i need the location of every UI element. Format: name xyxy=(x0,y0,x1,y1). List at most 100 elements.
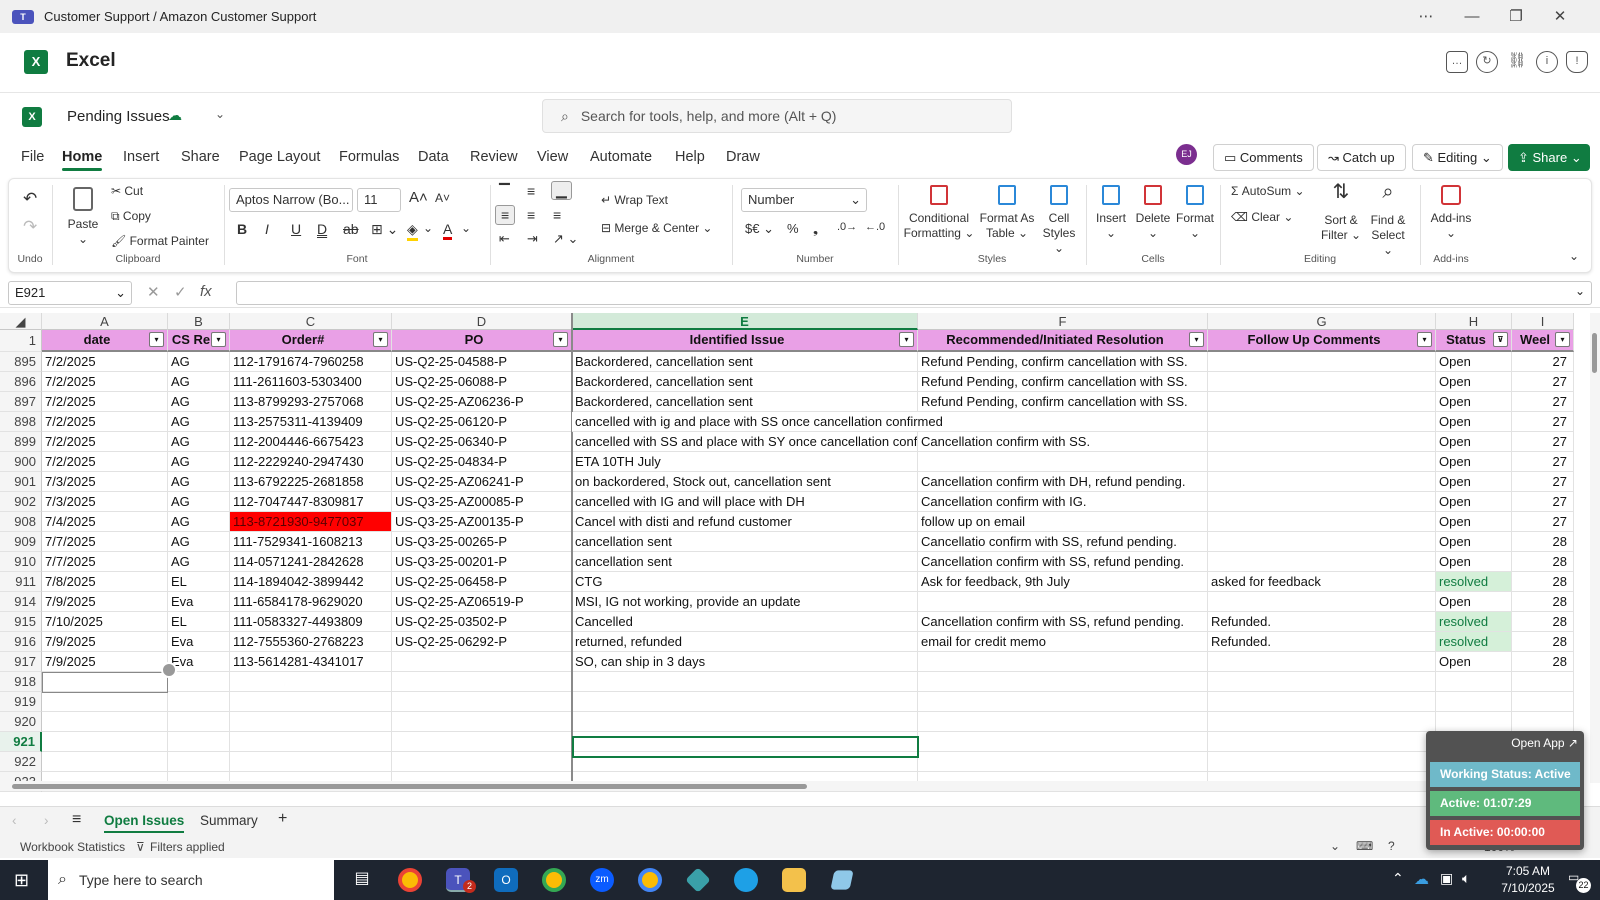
cell-a[interactable] xyxy=(42,712,168,732)
filter-dropdown-icon[interactable]: ▾ xyxy=(373,332,388,347)
cell-a[interactable] xyxy=(42,732,168,752)
edge-icon[interactable] xyxy=(734,868,758,892)
cell-f[interactable] xyxy=(918,712,1208,732)
double-underline-icon[interactable]: D xyxy=(317,221,327,237)
cell-g[interactable] xyxy=(1208,392,1436,412)
row-header[interactable]: 895 xyxy=(0,352,42,372)
sheet-tab-open-issues[interactable]: Open Issues xyxy=(104,813,185,833)
tab-review[interactable]: Review xyxy=(470,149,518,165)
cell-c[interactable] xyxy=(230,752,392,772)
function-icon[interactable]: fx xyxy=(200,283,212,300)
table-header-c[interactable]: Order# ▾ xyxy=(230,330,392,352)
cell-g[interactable] xyxy=(1208,412,1436,432)
cell-a[interactable]: 7/2/2025 xyxy=(42,432,168,452)
cell-i[interactable]: 27 xyxy=(1512,492,1574,512)
row-header[interactable]: 897 xyxy=(0,392,42,412)
cell-f[interactable] xyxy=(918,732,1208,752)
user-avatar[interactable]: EJ xyxy=(1176,144,1197,165)
cell-h[interactable] xyxy=(1436,672,1512,692)
row-header[interactable]: 922 xyxy=(0,752,42,772)
cell-a[interactable] xyxy=(42,692,168,712)
cell-g[interactable] xyxy=(1208,672,1436,692)
cell-g[interactable] xyxy=(1208,452,1436,472)
cell-styles-button[interactable]: Cell Styles ⌄ xyxy=(1037,185,1081,256)
cell-h[interactable] xyxy=(1436,712,1512,732)
cell-h[interactable]: resolved xyxy=(1436,612,1512,632)
chevron-down-icon[interactable]: ⌄ xyxy=(423,221,433,235)
cell-g[interactable] xyxy=(1208,432,1436,452)
taskbar-date[interactable]: 7/10/2025 xyxy=(1488,881,1568,895)
chevron-down-icon[interactable]: ⌄ xyxy=(1330,839,1340,853)
more-options-icon[interactable]: ⋯ xyxy=(1404,0,1448,33)
cell-g[interactable] xyxy=(1208,552,1436,572)
cell-e[interactable] xyxy=(572,712,918,732)
cell-g[interactable] xyxy=(1208,512,1436,532)
row-header[interactable]: 917 xyxy=(0,652,42,672)
search-box[interactable]: ⌕ Search for tools, help, and more (Alt … xyxy=(542,99,1012,133)
cell-d[interactable]: US-Q2-25-04834-P xyxy=(392,452,572,472)
cell-d[interactable]: US-Q2-25-06292-P xyxy=(392,632,572,652)
row-header[interactable]: 899 xyxy=(0,432,42,452)
zoom-icon[interactable]: zm xyxy=(590,868,614,892)
cell-a[interactable]: 7/9/2025 xyxy=(42,652,168,672)
sort-filter-button[interactable]: ⇅ Sort & Filter ⌄ xyxy=(1319,182,1363,243)
cell-h[interactable]: Open xyxy=(1436,352,1512,372)
cell-a[interactable]: 7/2/2025 xyxy=(42,412,168,432)
insert-cells-button[interactable]: Insert ⌄ xyxy=(1091,185,1131,241)
cell-h[interactable]: Open xyxy=(1436,592,1512,612)
cell-e[interactable]: Backordered, cancellation sent xyxy=(572,352,918,372)
cell-b[interactable]: AG xyxy=(168,512,230,532)
underline-icon[interactable]: U xyxy=(291,221,301,237)
chevron-down-icon[interactable]: ⌄ xyxy=(461,221,471,235)
cell-b[interactable]: EL xyxy=(168,612,230,632)
align-bottom-icon[interactable]: ▁ xyxy=(551,181,572,200)
cell-c[interactable]: 111-2611603-5303400 xyxy=(230,372,392,392)
refresh-icon[interactable]: ↻ xyxy=(1476,51,1498,73)
chat-icon[interactable]: … xyxy=(1446,51,1468,73)
cell-f[interactable] xyxy=(918,692,1208,712)
cell-f[interactable] xyxy=(918,652,1208,672)
keyboard-icon[interactable]: ⌨ xyxy=(1356,839,1373,853)
task-view-icon[interactable]: ▤ xyxy=(350,868,374,892)
row-header[interactable]: 902 xyxy=(0,492,42,512)
cell-g[interactable] xyxy=(1208,752,1436,772)
align-right-icon[interactable]: ≡ xyxy=(553,207,561,223)
font-size-select[interactable]: 11 xyxy=(357,188,401,212)
minimize-button[interactable]: — xyxy=(1450,0,1494,33)
onedrive-icon[interactable]: ☁ xyxy=(1414,870,1429,888)
column-header-a[interactable]: A xyxy=(42,313,168,330)
cell-e[interactable]: Cancelled xyxy=(572,612,918,632)
cell-f[interactable] xyxy=(918,592,1208,612)
cell-d[interactable]: US-Q2-25-06088-P xyxy=(392,372,572,392)
cell-d[interactable] xyxy=(392,752,572,772)
comma-style-icon[interactable]: ❟ xyxy=(813,221,818,237)
notification-icon[interactable]: ▭ 22 xyxy=(1568,870,1591,893)
cell-i[interactable]: 28 xyxy=(1512,532,1574,552)
tab-insert[interactable]: Insert xyxy=(123,149,159,165)
cell-f[interactable]: Cancellation confirm with SS. xyxy=(918,432,1208,452)
cell-e[interactable]: SO, can ship in 3 days xyxy=(572,652,918,672)
cell-e[interactable]: cancelled with ig and place with SS once… xyxy=(572,412,1208,432)
editing-mode-button[interactable]: ✎ Editing ⌄ xyxy=(1412,144,1503,171)
font-name-select[interactable]: Aptos Narrow (Bo... xyxy=(229,188,353,212)
cell-g[interactable] xyxy=(1208,712,1436,732)
cell-a[interactable]: 7/7/2025 xyxy=(42,532,168,552)
cell-f[interactable]: Cancellation confirm with SS, refund pen… xyxy=(918,612,1208,632)
cell-b[interactable] xyxy=(168,732,230,752)
cell-e[interactable] xyxy=(572,672,918,692)
cell-e[interactable]: returned, refunded xyxy=(572,632,918,652)
open-app-link[interactable]: Open App ↗ xyxy=(1511,736,1578,750)
cell-b[interactable]: AG xyxy=(168,472,230,492)
tab-formulas[interactable]: Formulas xyxy=(339,149,399,165)
row-header[interactable]: 918 xyxy=(0,672,42,692)
cell-g[interactable] xyxy=(1208,592,1436,612)
filter-dropdown-icon[interactable]: ▾ xyxy=(899,332,914,347)
cell-f[interactable]: Cancellation confirm with SS, refund pen… xyxy=(918,552,1208,572)
cell-c[interactable] xyxy=(230,712,392,732)
orientation-icon[interactable]: ↗ ⌄ xyxy=(553,231,578,247)
cell-e[interactable]: cancelled with SS and place with SY once… xyxy=(572,432,918,452)
cell-c[interactable]: 112-7555360-2768223 xyxy=(230,632,392,652)
tab-page-layout[interactable]: Page Layout xyxy=(239,149,320,165)
cell-h[interactable]: Open xyxy=(1436,532,1512,552)
cell-i[interactable]: 28 xyxy=(1512,592,1574,612)
